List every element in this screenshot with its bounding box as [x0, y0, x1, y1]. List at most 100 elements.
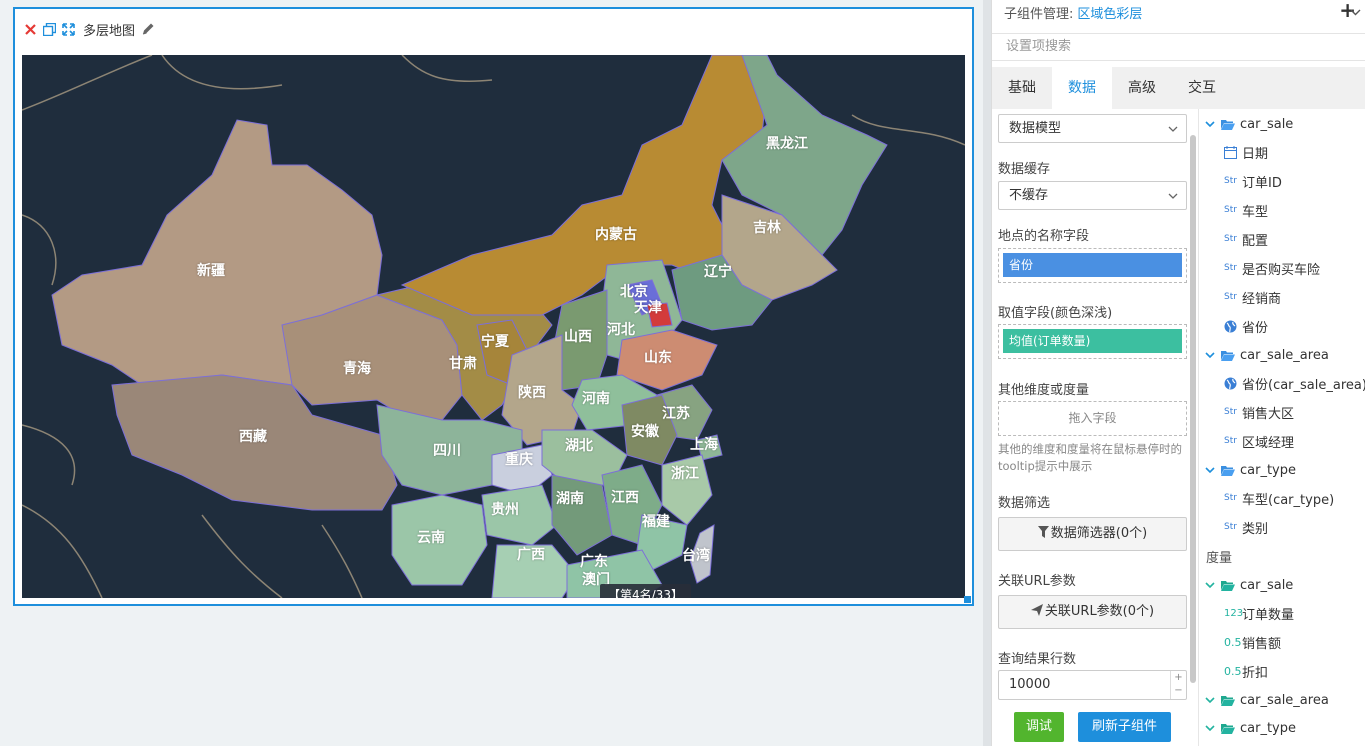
settings-search-input[interactable]: 设置项搜索	[992, 33, 1365, 61]
rows-stepper[interactable]: + −	[1170, 671, 1186, 699]
tree-field[interactable]: 省份(car_sale_area)	[1224, 372, 1365, 394]
province-label: 广西	[517, 547, 545, 563]
multilayer-map-widget[interactable]: 多层地图 新疆 西藏 青海 甘肃 宁夏 内蒙古 黑龙江 吉林 辽宁 北京 天津 …	[13, 7, 974, 606]
value-field-chip[interactable]: 均值(订单数量)	[1003, 329, 1182, 353]
sub-component-manager[interactable]: 子组件管理: 区域色彩层 +	[992, 0, 1365, 24]
tree-group-car-sale-area[interactable]: car_sale_area	[1205, 344, 1329, 366]
province-label: 湖北	[565, 438, 593, 454]
tree-measure-group-car-type[interactable]: car_type	[1205, 717, 1296, 739]
tree-field-label: 折扣	[1242, 665, 1269, 681]
copy-icon[interactable]	[40, 20, 58, 38]
province-label: 青海	[343, 361, 371, 377]
string-type-icon: Str	[1224, 176, 1237, 186]
string-type-icon: Str	[1224, 436, 1237, 446]
fullscreen-icon[interactable]	[59, 20, 77, 38]
data-model-select[interactable]: 数据模型	[998, 114, 1187, 143]
tree-group-car-type[interactable]: car_type	[1205, 459, 1296, 481]
tree-field[interactable]: Str 类别	[1224, 516, 1268, 538]
string-type-icon: Str	[1224, 234, 1237, 244]
other-dims-dropzone[interactable]: 拖入字段	[998, 401, 1187, 436]
rows-value: 10000	[1009, 677, 1051, 692]
tree-field-label: 经销商	[1242, 291, 1282, 307]
string-type-icon: Str	[1224, 263, 1237, 273]
filter-icon	[1037, 526, 1049, 538]
refresh-subcomponent-button[interactable]: 刷新子组件	[1078, 712, 1171, 742]
value-field-label: 取值字段(颜色深浅)	[998, 306, 1113, 321]
tree-group-label: car_sale	[1240, 577, 1294, 593]
province-label: 内蒙古	[595, 227, 637, 243]
caret-down-icon	[1205, 352, 1215, 359]
tree-field[interactable]: Str 区域经理	[1224, 430, 1294, 452]
globe-icon	[1224, 377, 1237, 389]
tree-measure-group-car-sale-area[interactable]: car_sale_area	[1205, 689, 1329, 711]
caret-down-icon	[1205, 725, 1215, 732]
tree-measure[interactable]: 0.5 销售额	[1224, 631, 1281, 653]
value-field-dropzone[interactable]: 均值(订单数量)	[998, 324, 1187, 359]
tree-measure[interactable]: 123 订单数量	[1224, 602, 1294, 624]
province-label: 吉林	[753, 220, 781, 236]
tree-field[interactable]: Str 车型(car_type)	[1224, 487, 1334, 509]
chevron-down-icon[interactable]	[1350, 5, 1364, 19]
widget-header: 多层地图	[15, 9, 972, 49]
edit-pencil-icon[interactable]	[140, 21, 156, 37]
close-icon[interactable]	[21, 20, 39, 38]
tree-field[interactable]: Str 是否购买车险	[1224, 257, 1320, 279]
other-dims-label: 其他维度或度量	[998, 383, 1090, 398]
tab-basic[interactable]: 基础	[992, 67, 1052, 109]
resize-handle[interactable]	[964, 596, 971, 603]
drop-hint: 拖入字段	[1068, 411, 1117, 425]
tree-field-label: 订单数量	[1242, 607, 1295, 623]
tree-field[interactable]: Str 订单ID	[1224, 170, 1282, 192]
sub-component-value[interactable]: 区域色彩层	[1077, 3, 1142, 22]
province-label: 四川	[433, 443, 461, 459]
url-param-button[interactable]: 关联URL参数(0个)	[998, 595, 1187, 629]
tab-advanced[interactable]: 高级	[1112, 67, 1172, 109]
string-type-icon: Str	[1224, 522, 1237, 532]
data-settings: 数据模型 数据缓存 不缓存 地点的名称字段 省份 取值字段(颜色深浅) 均值(订…	[992, 109, 1197, 746]
tab-data[interactable]: 数据	[1052, 67, 1112, 109]
province-label: 江苏	[662, 406, 690, 422]
string-type-icon: Str	[1224, 493, 1237, 503]
tree-measure[interactable]: 0.5 折扣	[1224, 660, 1268, 682]
province-label: 河北	[607, 322, 635, 338]
folder-open-icon	[1221, 723, 1235, 734]
rows-input[interactable]: 10000 + −	[998, 670, 1187, 700]
province-label: 甘肃	[449, 356, 477, 372]
debug-button[interactable]: 调试	[1014, 712, 1064, 742]
panel-splitter[interactable]	[983, 0, 991, 746]
decimal-type-icon: 0.5	[1224, 664, 1242, 678]
tree-field-label: 配置	[1242, 233, 1269, 249]
tree-field[interactable]: 省份	[1224, 315, 1268, 337]
tree-group-car-sale[interactable]: car_sale	[1205, 113, 1293, 135]
province-label: 新疆	[197, 263, 225, 279]
caret-down-icon	[1205, 121, 1215, 128]
widget-title: 多层地图	[83, 23, 136, 39]
chevron-down-icon	[1168, 193, 1178, 199]
tree-field-label: 类别	[1242, 521, 1269, 537]
tree-group-label: car_type	[1240, 720, 1296, 736]
tree-field-label: 日期	[1242, 146, 1269, 162]
tree-measure-group-car-sale[interactable]: car_sale	[1205, 574, 1293, 596]
url-param-label: 关联URL参数	[998, 574, 1076, 589]
tree-field[interactable]: Str 车型	[1224, 199, 1268, 221]
tab-interaction[interactable]: 交互	[1172, 67, 1232, 109]
tree-field[interactable]: Str 配置	[1224, 228, 1268, 250]
filter-label: 数据筛选	[998, 496, 1051, 511]
data-filter-button[interactable]: 数据筛选器(0个)	[998, 517, 1187, 551]
tree-field[interactable]: 日期	[1224, 141, 1268, 163]
province-label: 山西	[564, 329, 592, 345]
place-field-chip[interactable]: 省份	[1003, 253, 1182, 277]
province-label: 天津	[634, 300, 662, 316]
province-label: 江西	[611, 490, 639, 506]
caret-down-icon	[1205, 467, 1215, 474]
cache-select[interactable]: 不缓存	[998, 181, 1187, 210]
tree-field[interactable]: Str 销售大区	[1224, 401, 1294, 423]
tree-field[interactable]: Str 经销商	[1224, 286, 1281, 308]
place-field-dropzone[interactable]: 省份	[998, 248, 1187, 283]
settings-scrollbar[interactable]	[1190, 135, 1196, 683]
province-label: 广东	[580, 554, 608, 570]
calendar-icon	[1224, 145, 1237, 159]
tree-group-label: car_type	[1240, 462, 1296, 478]
china-province-map[interactable]: 新疆 西藏 青海 甘肃 宁夏 内蒙古 黑龙江 吉林 辽宁 北京 天津 河北 山西…	[22, 55, 965, 598]
settings-panel: 子组件管理: 区域色彩层 + 设置项搜索 基础 数据 高级 交互 数据模型 数据…	[991, 0, 1365, 746]
